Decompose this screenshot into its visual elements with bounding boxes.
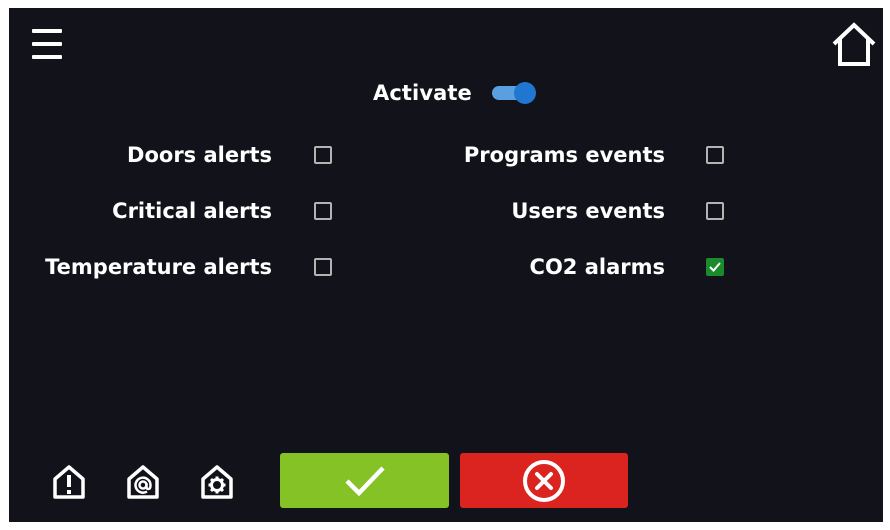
cancel-x-icon bbox=[523, 459, 565, 502]
toggle-knob bbox=[513, 82, 536, 104]
screen: Activate Doors alerts Critical alerts Te… bbox=[9, 8, 883, 522]
users-events-label: Users events bbox=[511, 199, 665, 223]
menu-line bbox=[32, 55, 62, 59]
confirm-button[interactable] bbox=[280, 453, 449, 508]
home-icon bbox=[832, 22, 876, 66]
menu-button[interactable] bbox=[32, 28, 64, 68]
users-events-checkbox[interactable] bbox=[706, 202, 724, 220]
email-settings-icon bbox=[127, 465, 159, 499]
activate-label: Activate bbox=[373, 81, 472, 105]
settings-icon bbox=[201, 465, 233, 499]
email-button[interactable] bbox=[123, 462, 163, 502]
alerts-button[interactable] bbox=[49, 462, 89, 502]
temperature-alerts-checkbox[interactable] bbox=[314, 258, 332, 276]
home-button[interactable] bbox=[829, 20, 879, 70]
doors-alerts-checkbox[interactable] bbox=[314, 146, 332, 164]
co2-alarms-checkbox[interactable] bbox=[706, 258, 724, 276]
programs-events-checkbox[interactable] bbox=[706, 146, 724, 164]
hamburger-menu-icon bbox=[32, 29, 62, 33]
checkmark-icon bbox=[709, 262, 721, 272]
activate-row: Activate bbox=[373, 80, 536, 106]
critical-alerts-label: Critical alerts bbox=[112, 199, 272, 223]
temperature-alerts-label: Temperature alerts bbox=[45, 255, 272, 279]
cancel-button[interactable] bbox=[460, 453, 628, 508]
checkmark-icon bbox=[344, 465, 385, 496]
settings-button[interactable] bbox=[197, 462, 237, 502]
menu-line bbox=[32, 42, 62, 46]
alert-icon bbox=[53, 465, 85, 499]
co2-alarms-label: CO2 alarms bbox=[529, 255, 665, 279]
critical-alerts-checkbox[interactable] bbox=[314, 202, 332, 220]
doors-alerts-label: Doors alerts bbox=[127, 143, 272, 167]
programs-events-label: Programs events bbox=[463, 143, 665, 167]
activate-toggle[interactable] bbox=[491, 80, 536, 106]
